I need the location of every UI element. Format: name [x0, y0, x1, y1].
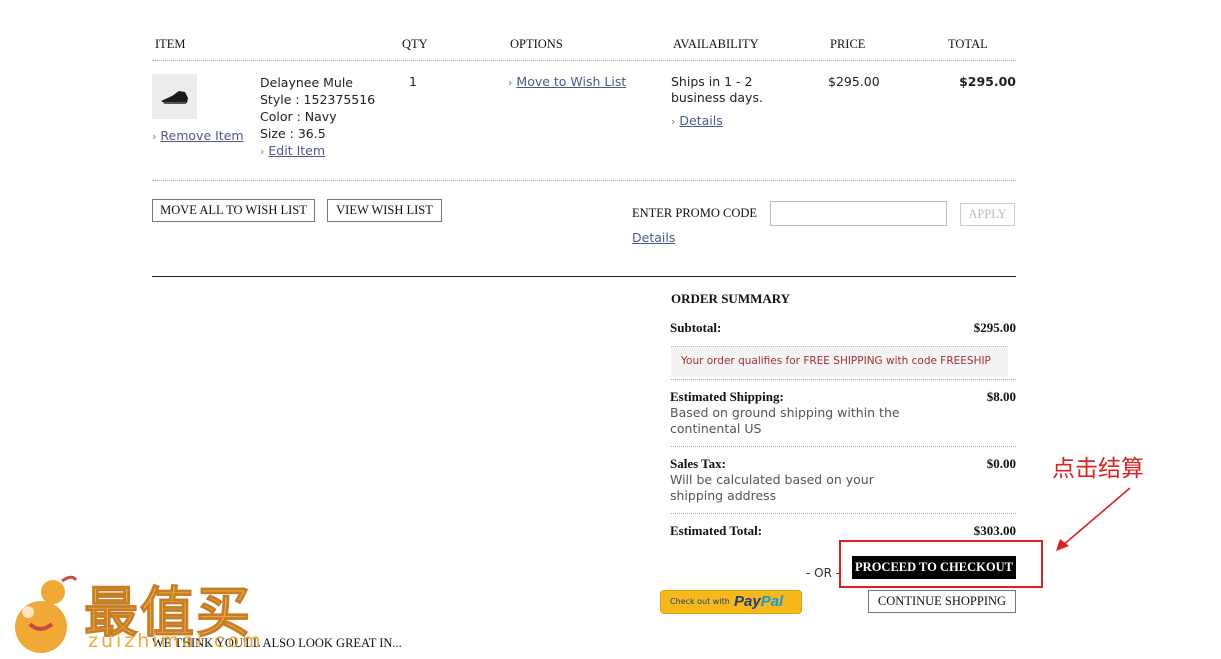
edit-item-link[interactable]: › Edit Item	[260, 142, 375, 160]
paypal-button-prefix: Check out with	[670, 597, 730, 606]
view-wishlist-button[interactable]: VIEW WISH LIST	[327, 199, 442, 222]
annotation-label: 点击结算	[1052, 456, 1144, 481]
sales-tax-value: $0.00	[986, 456, 1016, 471]
shoe-icon	[161, 91, 188, 104]
annotation-arrow-icon	[1056, 487, 1131, 551]
subtotal-label: Subtotal:	[670, 320, 722, 335]
gourd-logo-icon	[15, 575, 78, 653]
item-total: $295.00	[959, 74, 1016, 89]
product-size: Size : 36.5	[260, 126, 326, 141]
chevron-right-icon: ›	[508, 76, 513, 89]
section-divider	[152, 276, 1016, 277]
product-style: Style : 152375516	[260, 92, 376, 107]
shipping-value: $8.00	[986, 389, 1016, 404]
chevron-right-icon: ›	[671, 115, 676, 128]
summary-divider-1	[671, 379, 1016, 380]
estimated-total-label: Estimated Total:	[670, 523, 763, 538]
estimated-total-value: $303.00	[973, 523, 1016, 538]
header-divider	[152, 60, 1016, 61]
header-price: PRICE	[830, 37, 866, 51]
paypal-logo-pal: Pal	[760, 593, 784, 610]
item-price: $295.00	[828, 74, 880, 89]
row-divider	[152, 180, 1016, 181]
availability-details-link[interactable]: › Details	[671, 113, 723, 128]
chevron-right-icon: ›	[260, 145, 265, 158]
shipping-description: Based on ground shipping within the cont…	[670, 405, 900, 436]
order-summary-title: ORDER SUMMARY	[671, 291, 791, 306]
subtotal-row: Subtotal: $295.00	[670, 320, 1016, 336]
move-all-to-wishlist-button[interactable]: MOVE ALL TO WISH LIST	[152, 199, 315, 222]
summary-divider-2	[671, 446, 1016, 447]
product-name: Delaynee Mule	[260, 75, 353, 90]
annotation-highlight-box	[839, 540, 1043, 588]
paypal-logo-pay: Pay	[734, 593, 761, 610]
sales-tax-label: Sales Tax:	[670, 456, 726, 471]
apply-promo-button[interactable]: APPLY	[960, 203, 1015, 226]
subtotal-value: $295.00	[973, 320, 1016, 335]
promo-code-input[interactable]	[770, 201, 947, 226]
header-item: ITEM	[155, 37, 186, 51]
move-to-wishlist-link[interactable]: › Move to Wish List	[508, 74, 626, 89]
header-total: TOTAL	[948, 37, 988, 51]
free-shipping-note: Your order qualifies for FREE SHIPPING w…	[671, 346, 1008, 377]
header-qty: QTY	[402, 37, 428, 51]
promo-details-link[interactable]: Details	[632, 230, 675, 245]
availability-text: Ships in 1 - 2 business days.	[671, 74, 763, 105]
summary-divider-3	[671, 513, 1016, 514]
product-thumbnail[interactable]	[152, 74, 197, 119]
shipping-label: Estimated Shipping:	[670, 389, 784, 404]
header-availability: AVAILABILITY	[673, 37, 759, 51]
watermark-logo: 最值买 zuizhimai.com	[0, 570, 300, 659]
estimated-total-row: Estimated Total: $303.00	[670, 523, 1016, 539]
product-color: Color : Navy	[260, 109, 337, 124]
promo-code-label: ENTER PROMO CODE	[632, 206, 758, 220]
chevron-right-icon: ›	[152, 130, 157, 143]
shipping-row: Estimated Shipping: Based on ground ship…	[670, 389, 1016, 437]
paypal-checkout-button[interactable]: Check out with PayPal	[660, 590, 802, 614]
sales-tax-row: Sales Tax: Will be calculated based on y…	[670, 456, 1016, 504]
header-options: OPTIONS	[510, 37, 563, 51]
or-separator: - OR -	[806, 566, 841, 580]
free-shipping-note-text: Your order qualifies for FREE SHIPPING w…	[681, 355, 991, 367]
product-details: Delaynee Mule Style : 152375516 Color : …	[260, 74, 375, 160]
item-qty: 1	[409, 74, 417, 89]
remove-item-link[interactable]: › Remove Item	[152, 128, 244, 143]
sales-tax-description: Will be calculated based on your shippin…	[670, 472, 874, 503]
watermark-site: zuizhimai.com	[88, 630, 264, 652]
continue-shopping-button[interactable]: CONTINUE SHOPPING	[868, 590, 1016, 613]
paypal-logo: PayPal	[734, 593, 783, 610]
